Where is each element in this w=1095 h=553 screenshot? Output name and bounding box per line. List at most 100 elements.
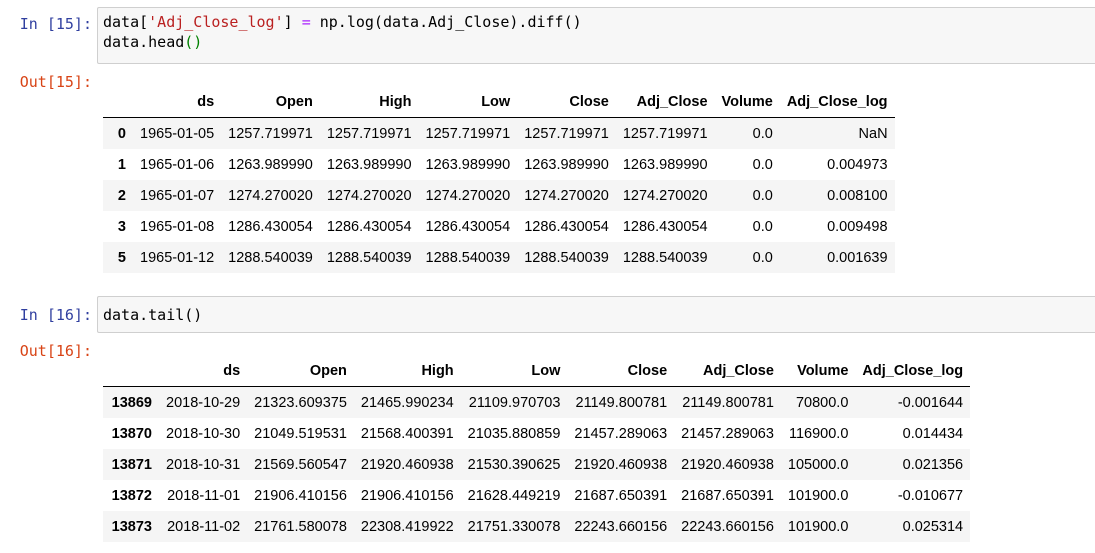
code-token: data.tail() xyxy=(103,306,203,324)
table-cell: 1965-01-08 xyxy=(140,218,215,235)
code-token: ] xyxy=(283,13,302,31)
output-prompt-16: Out[16]: xyxy=(19,342,92,360)
table-cell: 2018-10-31 xyxy=(166,456,241,473)
dataframe-head-table: ds Open High Low Close Adj_Close Volume … xyxy=(103,86,895,273)
table-cell: 21035.880859 xyxy=(467,425,561,442)
row-index: 0 xyxy=(117,125,126,142)
table-cell: 105000.0 xyxy=(787,456,849,473)
table-row: 13872 2018-11-01 21906.410156 21906.4101… xyxy=(103,480,970,511)
table-cell: 1286.430054 xyxy=(326,218,412,235)
code-token: np.log(data.Adj_Close).diff() xyxy=(310,13,582,31)
table-cell: 0.0 xyxy=(752,125,773,142)
matched-paren-token: () xyxy=(184,33,203,51)
table-cell: -0.001644 xyxy=(897,394,964,411)
column-header: High xyxy=(353,355,461,387)
string-token: 'Adj_Close_log' xyxy=(148,13,284,31)
table-cell: 1288.540039 xyxy=(228,249,313,266)
table-cell: 1965-01-07 xyxy=(140,187,215,204)
table-cell: 1263.989990 xyxy=(524,156,609,173)
table-cell: 0.0 xyxy=(752,156,773,173)
table-cell: 0.0 xyxy=(752,187,773,204)
table-cell: 0.0 xyxy=(752,218,773,235)
column-header: Volume xyxy=(780,355,856,387)
table-cell: 0.025314 xyxy=(902,518,964,535)
table-row: 13871 2018-10-31 21569.560547 21920.4609… xyxy=(103,449,971,480)
table-cell: 1288.540039 xyxy=(425,249,511,266)
table-cell: 1286.430054 xyxy=(228,218,313,235)
table-cell: 21569.560547 xyxy=(254,456,347,473)
table-row: 13869 2018-10-29 21323.609375 21465.9902… xyxy=(103,386,971,418)
table-cell: 1263.989990 xyxy=(425,156,511,173)
table-cell: -0.010677 xyxy=(897,487,964,504)
table-cell: 1263.989990 xyxy=(228,156,313,173)
table-cell: 21751.330078 xyxy=(467,518,561,535)
row-index: 13873 xyxy=(111,518,152,535)
table-cell: 0.021356 xyxy=(902,456,964,473)
column-header: Adj_Close_log xyxy=(855,355,971,387)
table-cell: 21457.289063 xyxy=(681,425,774,442)
table-cell: 21323.609375 xyxy=(254,394,347,411)
table-row: 1 1965-01-06 1263.989990 1263.989990 126… xyxy=(103,149,895,180)
table-cell: 101900.0 xyxy=(787,487,849,504)
row-index: 13869 xyxy=(111,394,152,411)
table-cell: 1257.719971 xyxy=(425,125,511,142)
column-header: Open xyxy=(221,86,320,118)
code-token: data.head xyxy=(103,33,185,51)
output-prompt-15: Out[15]: xyxy=(19,73,92,91)
table-cell: 21687.650391 xyxy=(574,487,668,504)
table-cell: 2018-11-01 xyxy=(167,487,241,504)
column-header: Adj_Close xyxy=(615,86,715,118)
table-cell: 0.004973 xyxy=(827,156,888,173)
column-header: ds xyxy=(159,355,248,387)
table-cell: 0.0 xyxy=(752,249,773,266)
column-header: Low xyxy=(460,355,568,387)
table-cell: 1965-01-06 xyxy=(140,156,215,173)
column-header: Low xyxy=(418,86,518,118)
index-header xyxy=(103,86,133,118)
table-cell: 22243.660156 xyxy=(574,518,668,535)
column-header: Volume xyxy=(714,86,780,118)
column-header: ds xyxy=(133,86,222,118)
column-header: Close xyxy=(567,355,675,387)
table-cell: 1263.989990 xyxy=(326,156,412,173)
input-prompt-15: In [15]: xyxy=(19,15,92,33)
table-cell: 1257.719971 xyxy=(524,125,609,142)
table-cell: 1274.270020 xyxy=(524,187,609,204)
table-cell: 1257.719971 xyxy=(326,125,412,142)
table-cell: 1263.989990 xyxy=(622,156,708,173)
table-cell: 21906.410156 xyxy=(254,487,347,504)
code-token: data[ xyxy=(103,13,149,31)
table-cell: 22308.419922 xyxy=(360,518,454,535)
code-cell-16[interactable]: data.tail() xyxy=(97,296,1095,333)
table-cell: 1274.270020 xyxy=(326,187,412,204)
table-cell: 2018-10-30 xyxy=(166,425,241,442)
table-header-row: ds Open High Low Close Adj_Close Volume … xyxy=(103,355,971,387)
table-cell: 1286.430054 xyxy=(524,218,609,235)
row-index: 13872 xyxy=(111,487,152,504)
row-index: 1 xyxy=(117,156,126,173)
table-row: 2 1965-01-07 1274.270020 1274.270020 127… xyxy=(103,180,895,211)
column-header: Adj_Close xyxy=(674,355,781,387)
table-row: 5 1965-01-12 1288.540039 1288.540039 128… xyxy=(103,242,895,273)
table-cell: 2018-10-29 xyxy=(166,394,241,411)
table-cell: 21109.970703 xyxy=(468,394,561,411)
table-cell: 1965-01-05 xyxy=(140,125,215,142)
row-index: 13871 xyxy=(111,456,152,473)
table-header-row: ds Open High Low Close Adj_Close Volume … xyxy=(103,86,895,118)
table-cell: 21920.460938 xyxy=(360,456,454,473)
operator-token: = xyxy=(301,13,311,31)
table-cell: 1288.540039 xyxy=(622,249,708,266)
table-cell: 101900.0 xyxy=(787,518,849,535)
index-header xyxy=(103,355,159,387)
table-cell: 0.001639 xyxy=(827,249,888,266)
table-cell: 21457.289063 xyxy=(574,425,668,442)
table-cell: 1965-01-12 xyxy=(140,249,215,266)
row-index: 2 xyxy=(117,187,126,204)
row-index: 13870 xyxy=(111,425,152,442)
table-cell: 21761.580078 xyxy=(254,518,347,535)
table-cell: 21920.460938 xyxy=(574,456,668,473)
table-cell: 21049.519531 xyxy=(254,425,347,442)
code-line: data['Adj_Close_log'] = np.log(data.Adj_… xyxy=(103,12,1090,32)
code-cell-15[interactable]: data['Adj_Close_log'] = np.log(data.Adj_… xyxy=(97,7,1095,64)
input-prompt-16: In [16]: xyxy=(19,306,92,324)
